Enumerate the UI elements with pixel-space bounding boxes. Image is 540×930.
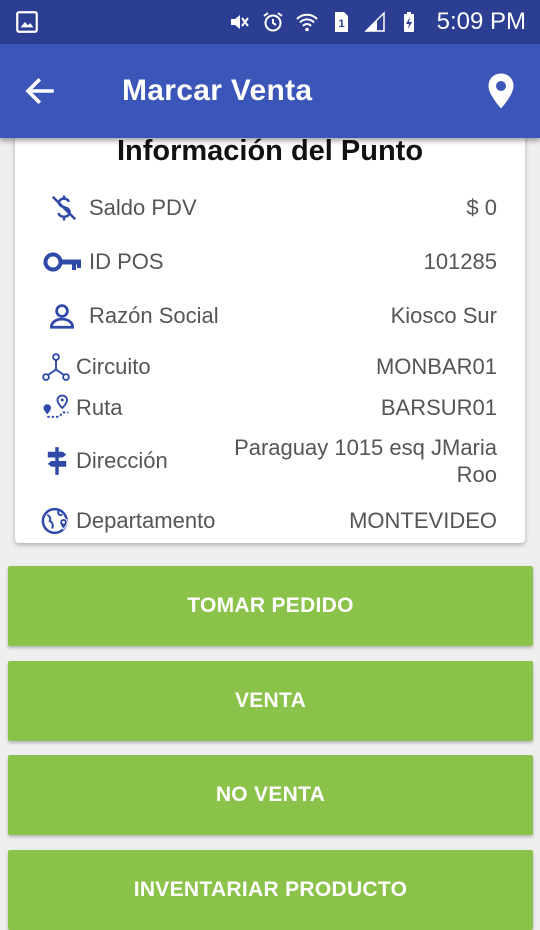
status-bar: 1 5:09 PM: [0, 0, 540, 44]
circuito-label: Circuito: [76, 354, 151, 379]
razon-social-label: Razón Social: [89, 303, 219, 328]
svg-text:1: 1: [338, 18, 344, 30]
image-icon: [16, 11, 38, 33]
no-venta-button[interactable]: NO VENTA: [8, 755, 533, 835]
saldo-pdv-label: Saldo PDV: [89, 195, 197, 220]
razon-social-value: Kiosco Sur: [390, 303, 497, 328]
info-row-id-pos: ID POS 101285: [15, 242, 525, 282]
point-info-card: Información del Punto Saldo PDV $ 0 ID P…: [15, 125, 525, 543]
signpost-icon: [47, 447, 67, 475]
page-title: Marcar Venta: [122, 74, 313, 107]
saldo-pdv-value: $ 0: [466, 195, 497, 220]
key-icon: [43, 252, 81, 272]
sim-icon: 1: [334, 12, 348, 32]
id-pos-value: 101285: [423, 249, 497, 274]
venta-button[interactable]: VENTA: [8, 661, 533, 741]
clock-time: 5:09 PM: [436, 8, 526, 35]
globe-pin-icon: [41, 507, 68, 535]
info-row-circuito: Circuito MONBAR01: [15, 347, 525, 387]
card-title: Información del Punto: [116, 135, 424, 167]
mute-icon: [230, 15, 249, 29]
dollar-off-icon: [51, 195, 77, 221]
location-pin-icon[interactable]: [486, 72, 516, 110]
info-row-departamento: Departamento MONTEVIDEO: [15, 501, 525, 541]
ruta-label: Ruta: [76, 395, 123, 420]
departamento-value: MONTEVIDEO: [349, 508, 497, 533]
direccion-label: Dirección: [76, 448, 168, 473]
info-row-razon-social: Razón Social Kiosco Sur: [15, 296, 525, 336]
app-bar: Marcar Venta: [0, 44, 540, 138]
route-icon: [43, 394, 69, 418]
info-row-ruta: Ruta BARSUR01: [15, 388, 525, 428]
wifi-icon: [295, 13, 318, 32]
inventariar-producto-button[interactable]: INVENTARIAR PRODUCTO: [8, 850, 533, 930]
id-pos-label: ID POS: [89, 249, 164, 274]
alarm-icon: [263, 12, 283, 32]
ruta-value: BARSUR01: [380, 395, 497, 420]
direccion-value: Paraguay 1015 esq JMaria Roo: [234, 435, 497, 487]
info-row-saldo-pdv: Saldo PDV $ 0: [15, 188, 525, 228]
info-row-direccion: Dirección Paraguay 1015 esq JMaria Roo: [15, 431, 525, 491]
circuito-value: MONBAR01: [375, 354, 497, 379]
battery-icon: [403, 12, 414, 32]
departamento-label: Departamento: [76, 508, 216, 533]
person-icon: [49, 304, 75, 329]
signal-icon: [363, 11, 385, 32]
circuit-icon: [42, 353, 70, 381]
tomar-pedido-button[interactable]: TOMAR PEDIDO: [8, 566, 533, 646]
arrow-back-icon[interactable]: [22, 73, 58, 109]
